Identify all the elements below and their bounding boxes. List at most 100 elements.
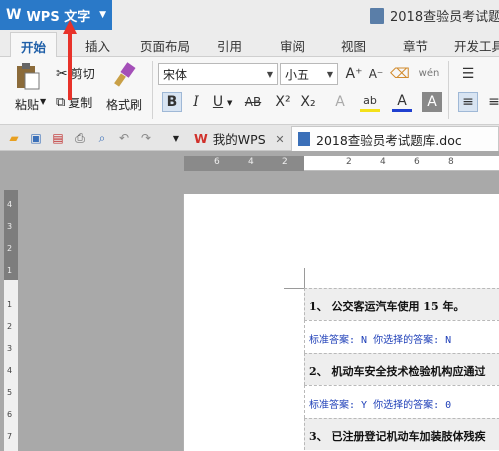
horizontal-ruler[interactable]: 6 4 2 2 4 6 8 <box>184 156 499 171</box>
chevron-down-icon: ▼ <box>99 10 106 20</box>
ruler-number: 8 <box>448 157 454 167</box>
tab-review[interactable]: 审阅 <box>280 36 305 55</box>
window-title-text: 2018查验员考试题库 <box>390 10 499 25</box>
tab-home[interactable]: 开始 <box>10 32 58 58</box>
format-painter-label: 格式刷 <box>106 98 143 112</box>
bold-button[interactable]: B <box>162 92 182 112</box>
print-preview-icon[interactable]: ⌕ <box>94 130 110 146</box>
save-icon[interactable]: ▣ <box>28 130 44 146</box>
highlight-button[interactable]: ab <box>360 92 380 112</box>
char-shading-button[interactable]: A <box>422 92 442 112</box>
font-size-value: 小五 <box>285 67 310 82</box>
divider <box>448 61 449 119</box>
ruler-number: 2 <box>7 244 13 253</box>
print-icon[interactable]: ⎙ <box>72 130 88 146</box>
superscript-icon: X² <box>275 94 291 110</box>
clear-format-button[interactable]: ⌫ <box>390 64 410 84</box>
align-center-button[interactable]: ≡ <box>484 92 499 112</box>
tab-document[interactable]: 2018查验员考试题库.doc <box>291 126 499 151</box>
window-title: 2018查验员考试题库 <box>370 6 499 25</box>
chevron-down-icon[interactable]: ▼ <box>227 99 232 107</box>
answer-row[interactable]: 标准答案: N 你选择的答案: N <box>304 320 499 353</box>
strikethrough-button[interactable]: AB <box>240 92 266 112</box>
chevron-down-icon[interactable]: ▼ <box>168 130 184 146</box>
ruler-number: 4 <box>380 157 386 167</box>
chevron-down-icon: ▼ <box>326 69 333 79</box>
tab-references[interactable]: 引用 <box>217 36 242 55</box>
ruler-number: 6 <box>414 157 420 167</box>
ruler-number: 2 <box>346 157 352 167</box>
underline-icon: U <box>212 94 224 110</box>
question-row[interactable]: 1、 公交客运汽车使用 15 年。 <box>304 288 499 320</box>
question-table[interactable]: 1、 公交客运汽车使用 15 年。 标准答案: N 你选择的答案: N 2、 机… <box>304 288 499 450</box>
paste-dropdown-icon[interactable]: ▼ <box>40 97 46 106</box>
align-left-button[interactable]: ≡ <box>458 92 478 112</box>
superscript-button[interactable]: X² <box>273 92 293 112</box>
tab-chapter[interactable]: 章节 <box>403 36 428 55</box>
font-color-button[interactable]: A <box>392 92 412 112</box>
margin-corner-mark <box>284 288 304 289</box>
bullet-list-icon: ☰ <box>461 66 475 82</box>
undo-icon[interactable]: ↶ <box>116 130 132 146</box>
chevron-down-icon: ▼ <box>266 69 273 79</box>
ruler-number: 3 <box>7 344 13 353</box>
app-menu-button[interactable]: W WPS 文字 ▼ <box>0 0 112 30</box>
tab-developer[interactable]: 开发工具 <box>454 36 499 55</box>
strikethrough-icon: AB <box>244 95 262 109</box>
app-name: WPS 文字 <box>26 9 91 25</box>
eraser-icon: ⌫ <box>390 66 410 82</box>
ruler-number: 6 <box>7 410 13 419</box>
question-row[interactable]: 3、 已注册登记机动车加装肢体残疾 <box>304 418 499 450</box>
wps-logo-icon: W <box>194 131 208 146</box>
ruler-number: 2 <box>282 157 288 167</box>
tab-view[interactable]: 视图 <box>341 36 366 55</box>
format-painter-button[interactable]: 格式刷 <box>106 62 142 113</box>
shrink-font-button[interactable]: A⁻ <box>366 64 386 84</box>
font-size-select[interactable]: 小五 ▼ <box>280 63 338 85</box>
font-name-select[interactable]: 宋体 ▼ <box>158 63 278 85</box>
paste-button[interactable]: 粘贴 <box>13 62 41 113</box>
subscript-button[interactable]: X₂ <box>298 92 318 112</box>
tab-my-wps-label: 我的WPS <box>212 132 266 147</box>
document-icon <box>370 7 384 24</box>
ruler-number: 5 <box>7 388 13 397</box>
bold-icon: B <box>166 94 178 110</box>
tab-page-layout[interactable]: 页面布局 <box>140 36 190 55</box>
pinyin-button[interactable]: wén <box>415 63 443 83</box>
export-pdf-icon[interactable]: ▤ <box>50 130 66 146</box>
open-folder-icon[interactable]: ▰ <box>6 130 22 146</box>
ruler-number: 2 <box>7 322 13 331</box>
align-center-icon: ≡ <box>488 94 499 110</box>
ruler-number: 4 <box>7 200 13 209</box>
question-row[interactable]: 2、 机动车安全技术检验机构应通过 <box>304 353 499 385</box>
italic-icon: I <box>193 94 199 110</box>
annotation-arrow-icon <box>63 20 77 100</box>
grow-font-button[interactable]: A⁺ <box>344 64 364 84</box>
close-icon[interactable]: ✕ <box>272 131 288 147</box>
word-doc-icon <box>298 132 310 146</box>
highlighter-icon: ab <box>363 94 377 107</box>
redo-icon[interactable]: ↷ <box>138 130 154 146</box>
align-left-icon: ≡ <box>462 94 474 110</box>
ruler-number: 1 <box>7 300 13 309</box>
clipboard-icon <box>17 63 40 90</box>
tab-document-label: 2018查验员考试题库.doc <box>316 132 462 148</box>
italic-button[interactable]: I <box>186 92 206 112</box>
paste-label: 粘贴 <box>14 98 39 112</box>
underline-button[interactable]: U <box>208 92 228 112</box>
tab-my-wps[interactable]: W 我的WPS <box>188 126 272 151</box>
answer-row[interactable]: 标准答案: Y 你选择的答案: 0 <box>304 385 499 418</box>
ruler-number: 4 <box>248 157 254 167</box>
text-effect-button[interactable]: A <box>330 92 350 112</box>
bullet-list-button[interactable]: ☰ <box>458 64 478 84</box>
font-color-icon: A <box>397 92 407 109</box>
tab-insert[interactable]: 插入 <box>85 36 110 55</box>
text-effect-icon: A <box>335 94 345 110</box>
ruler-number: 1 <box>7 266 13 275</box>
char-shading-icon: A <box>427 94 437 110</box>
quick-access-bar: ▰ ▣ ▤ ⎙ ⌕ ↶ ↷ ▼ W 我的WPS ✕ 2018查验员考试题库.do… <box>0 125 499 151</box>
document-page[interactable]: 1、 公交客运汽车使用 15 年。 标准答案: N 你选择的答案: N 2、 机… <box>183 194 499 451</box>
ruler-number: 7 <box>7 432 13 441</box>
subscript-icon: X₂ <box>300 94 316 110</box>
vertical-ruler[interactable]: 4 3 2 1 1 2 3 4 5 6 7 <box>4 190 18 451</box>
